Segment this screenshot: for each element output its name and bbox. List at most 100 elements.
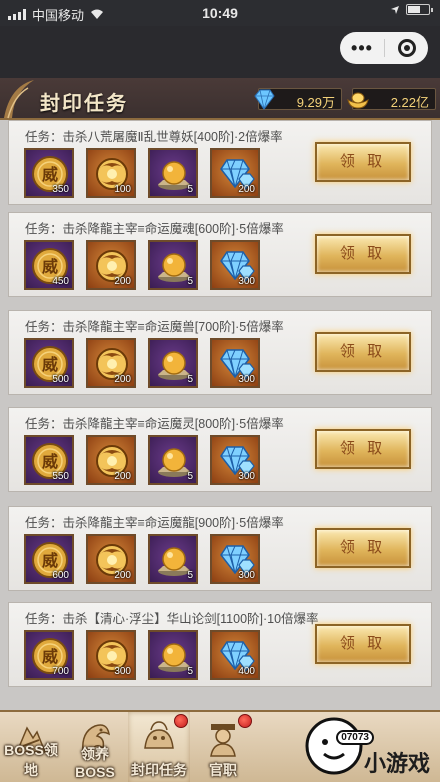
claim-button[interactable]: 领 取 [315, 528, 411, 568]
gold-balance: 2.22亿 [347, 88, 436, 110]
notification-dot [238, 714, 252, 728]
watermark-text: 小游戏 [363, 751, 430, 776]
task-description: 任务：击杀【清心·浮尘】华山论剑[1100阶]·10倍爆率 [25, 612, 319, 626]
svg-text:威: 威 [42, 452, 58, 471]
seal-icon [144, 721, 174, 749]
reward-orb-slot[interactable]: 100 [86, 148, 136, 198]
task-card: 任务：击杀【清心·浮尘】华山论剑[1100阶]·10倍爆率威 700 300 5 400… [8, 602, 432, 687]
reward-coin-slot[interactable]: 威 450 [24, 240, 74, 290]
reward-coin-slot[interactable]: 威 700 [24, 630, 74, 680]
reward-quantity: 5 [187, 570, 193, 581]
reward-quantity: 300 [238, 374, 255, 385]
diamond-balance: 9.29万 [254, 88, 342, 110]
svg-text:威: 威 [42, 355, 58, 374]
reward-quantity: 200 [114, 471, 131, 482]
reward-quantity: 350 [52, 184, 69, 195]
target-icon [397, 39, 416, 57]
diamond-value: 9.29万 [296, 95, 335, 110]
svg-text:威: 威 [42, 551, 58, 570]
reward-coin-slot[interactable]: 威 550 [24, 435, 74, 485]
reward-pill-slot[interactable]: 5 [148, 338, 198, 388]
claim-button[interactable]: 领 取 [315, 142, 411, 182]
clock: 10:49 [202, 5, 238, 21]
task-description: 任务：击杀降龍主宰≡命运魔魂[600阶]·5倍爆率 [25, 222, 284, 236]
svg-text:威: 威 [42, 647, 58, 666]
reward-diamond-slot[interactable]: 300 [210, 338, 260, 388]
claim-button[interactable]: 领 取 [315, 332, 411, 372]
miniprogram-capsule: ••• [340, 32, 428, 64]
reward-orb-slot[interactable]: 200 [86, 534, 136, 584]
svg-text:威: 威 [42, 257, 58, 276]
nav-seal-task[interactable]: 封印任务 [128, 712, 190, 782]
reward-orb-slot[interactable]: 200 [86, 338, 136, 388]
reward-orb-slot[interactable]: 300 [86, 630, 136, 680]
reward-diamond-slot[interactable]: 400 [210, 630, 260, 680]
watermark: 07073 小游戏 [304, 712, 434, 780]
more-menu-button[interactable]: ••• [340, 32, 384, 64]
task-list[interactable]: 任务：击杀八荒屠魔Ⅱ乱世尊妖[400阶]·2倍爆率威 350 100 5 200 领 取任… [0, 120, 440, 710]
reward-quantity: 400 [238, 666, 255, 677]
close-miniprogram-button[interactable] [385, 39, 428, 57]
reward-quantity: 550 [52, 471, 69, 482]
diamond-icon [254, 89, 275, 110]
bottom-nav: BOSS领地 领养BOSS 封印任务 官职 07073 小游戏 [0, 710, 440, 782]
reward-quantity: 600 [52, 570, 69, 581]
reward-quantity: 5 [187, 184, 193, 195]
reward-quantity: 300 [238, 570, 255, 581]
gold-value: 2.22亿 [390, 95, 429, 110]
reward-quantity: 200 [238, 184, 255, 195]
reward-quantity: 450 [52, 276, 69, 287]
claim-button[interactable]: 领 取 [315, 624, 411, 664]
reward-pill-slot[interactable]: 5 [148, 534, 198, 584]
task-description: 任务：击杀降龍主宰≡命运魔兽[700阶]·5倍爆率 [25, 320, 284, 334]
watermark-face-icon [305, 717, 363, 775]
reward-coin-slot[interactable]: 威 600 [24, 534, 74, 584]
task-card: 任务：击杀降龍主宰≡命运魔灵[800阶]·5倍爆率威 550 200 5 300 领 取 [8, 407, 432, 492]
reward-quantity: 700 [52, 666, 69, 677]
reward-pill-slot[interactable]: 5 [148, 240, 198, 290]
claim-button[interactable]: 领 取 [315, 234, 411, 274]
reward-coin-slot[interactable]: 威 350 [24, 148, 74, 198]
gold-ingot-icon [347, 92, 369, 109]
svg-text:威: 威 [42, 165, 58, 184]
official-icon [210, 724, 236, 757]
reward-orb-slot[interactable]: 200 [86, 435, 136, 485]
reward-quantity: 200 [114, 570, 131, 581]
reward-quantity: 300 [238, 471, 255, 482]
reward-quantity: 5 [187, 374, 193, 385]
task-description: 任务：击杀降龍主宰≡命运魔龍[900阶]·5倍爆率 [25, 516, 284, 530]
ornament-icon [4, 80, 34, 119]
reward-coin-slot[interactable]: 威 500 [24, 338, 74, 388]
reward-diamond-slot[interactable]: 300 [210, 435, 260, 485]
reward-quantity: 500 [52, 374, 69, 385]
reward-pill-slot[interactable]: 5 [148, 630, 198, 680]
reward-orb-slot[interactable]: 200 [86, 240, 136, 290]
reward-quantity: 5 [187, 471, 193, 482]
task-description: 任务：击杀降龍主宰≡命运魔灵[800阶]·5倍爆率 [25, 417, 284, 431]
watermark-brand: 07073 [336, 730, 374, 745]
reward-pill-slot[interactable]: 5 [148, 435, 198, 485]
reward-diamond-slot[interactable]: 300 [210, 534, 260, 584]
reward-diamond-slot[interactable]: 200 [210, 148, 260, 198]
battery-icon [406, 4, 433, 15]
top-bar: ••• [0, 26, 440, 78]
nav-boss-territory[interactable]: BOSS领地 [0, 712, 62, 782]
task-card: 任务：击杀降龍主宰≡命运魔龍[900阶]·5倍爆率威 600 200 5 300 领 取 [8, 506, 432, 591]
task-card: 任务：击杀八荒屠魔Ⅱ乱世尊妖[400阶]·2倍爆率威 350 100 5 200 领 取 [8, 120, 432, 205]
reward-quantity: 200 [114, 276, 131, 287]
reward-quantity: 300 [238, 276, 255, 287]
panel-header: 封印任务 9.29万 2.22亿 [0, 78, 440, 120]
reward-quantity: 5 [187, 276, 193, 287]
claim-button[interactable]: 领 取 [315, 429, 411, 469]
reward-quantity: 200 [114, 374, 131, 385]
status-bar: 中国移动 10:49 [0, 0, 440, 26]
reward-quantity: 5 [187, 666, 193, 677]
reward-diamond-slot[interactable]: 300 [210, 240, 260, 290]
task-card: 任务：击杀降龍主宰≡命运魔魂[600阶]·5倍爆率威 450 200 5 300 领 取 [8, 212, 432, 297]
nav-adopt-boss[interactable]: 领养BOSS [64, 712, 126, 782]
panel-title: 封印任务 [40, 93, 128, 115]
nav-official[interactable]: 官职 [192, 712, 254, 782]
notification-dot [174, 714, 188, 728]
reward-pill-slot[interactable]: 5 [148, 148, 198, 198]
reward-quantity: 300 [114, 666, 131, 677]
